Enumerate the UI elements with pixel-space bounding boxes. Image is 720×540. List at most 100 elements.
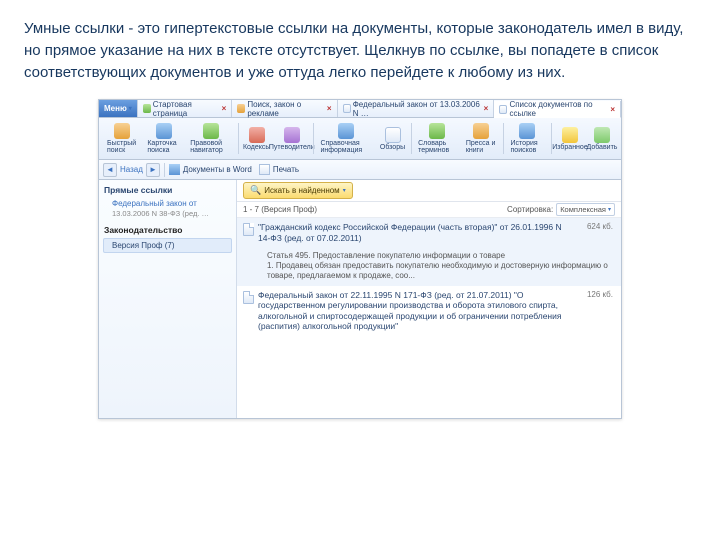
result-title: Федеральный закон от 22.11.1995 N 171-ФЗ… <box>258 290 567 333</box>
forward-button[interactable]: ► <box>146 163 160 177</box>
result-size: 126 кб. <box>571 290 615 333</box>
slide-description-text: Умные ссылки - это гипертекстовые ссылки… <box>0 0 720 91</box>
press-books-button[interactable]: Пресса и книги <box>462 121 500 156</box>
btn-label: Путеводители <box>269 144 315 151</box>
btn-label: Словарь терминов <box>418 140 456 154</box>
quick-search-button[interactable]: Быстрый поиск <box>103 121 141 156</box>
history-button[interactable]: История поисков <box>507 121 549 156</box>
plus-icon <box>594 127 610 143</box>
guides-button[interactable]: Путеводители <box>274 121 310 156</box>
btn-label: Избранное <box>552 144 587 151</box>
menu-label: Меню <box>104 104 127 113</box>
result-snippet-row: Статья 495. Предоставление покупателю ин… <box>237 249 621 286</box>
sidebar-item-prof-version[interactable]: Версия Проф (7) <box>103 238 232 253</box>
sidebar-source-doc-link[interactable]: Федеральный закон от <box>102 198 233 209</box>
chevron-down-icon: ▾ <box>129 105 132 112</box>
chevron-down-icon: ▾ <box>343 187 346 194</box>
btn-label: Обзоры <box>380 144 405 151</box>
result-item[interactable]: "Гражданский кодекс Российской Федерации… <box>237 218 621 248</box>
favorites-button[interactable]: Избранное <box>555 121 585 156</box>
btn-label: Кодексы <box>243 144 270 151</box>
guide-icon <box>284 127 300 143</box>
dictionary-button[interactable]: Словарь терминов <box>414 121 460 156</box>
tab-start-page[interactable]: Стартовая страница × <box>138 100 233 117</box>
close-icon[interactable]: × <box>610 105 615 114</box>
sort-value: Комплексная <box>560 205 606 214</box>
search-toolbar: 🔍 Искать в найденном ▾ <box>237 180 621 202</box>
consultant-app-window: Меню ▾ Стартовая страница × Поиск, закон… <box>98 99 622 419</box>
magnifier-icon <box>114 123 130 139</box>
sort-label: Сортировка: <box>507 205 553 214</box>
results-meta-row: 1 - 7 (Версия Проф) Сортировка: Комплекс… <box>237 202 621 218</box>
tab-federal-law[interactable]: Федеральный закон от 13.03.2006 N … × <box>338 100 495 117</box>
search-in-found-label: Искать в найденном <box>264 186 339 195</box>
body-area: Прямые ссылки Федеральный закон от 13.03… <box>99 180 621 418</box>
document-icon <box>343 104 351 113</box>
tab-bar: Меню ▾ Стартовая страница × Поиск, закон… <box>99 100 621 118</box>
legal-navigator-button[interactable]: Правовой навигатор <box>186 121 235 156</box>
news-icon <box>473 123 489 139</box>
tab-label: Список документов по ссылке <box>509 100 608 118</box>
history-icon <box>519 123 535 139</box>
separator <box>503 123 504 154</box>
result-size: 624 кб. <box>571 222 615 243</box>
document-icon <box>243 223 254 236</box>
search-icon <box>237 104 245 113</box>
tab-label: Поиск, закон о рекламе <box>247 100 325 118</box>
search-in-found-button[interactable]: 🔍 Искать в найденном ▾ <box>243 182 353 199</box>
sidebar: Прямые ссылки Федеральный закон от 13.03… <box>99 180 237 418</box>
print-label[interactable]: Печать <box>273 165 299 174</box>
back-button[interactable]: ◄ <box>103 163 117 177</box>
reference-info-button[interactable]: Справочная информация <box>316 121 375 156</box>
result-item[interactable]: Федеральный закон от 22.11.1995 N 171-ФЗ… <box>237 286 621 338</box>
btn-label: Справочная информация <box>320 140 371 154</box>
close-icon[interactable]: × <box>327 104 332 113</box>
btn-label: Быстрый поиск <box>107 140 137 154</box>
btn-label: Карточка поиска <box>147 140 180 154</box>
btn-label: Пресса и книги <box>466 140 496 154</box>
btn-label: Добавить <box>587 144 618 151</box>
sidebar-direct-links-header: Прямые ссылки <box>102 184 233 198</box>
search-card-button[interactable]: Карточка поиска <box>143 121 184 156</box>
result-title: "Гражданский кодекс Российской Федерации… <box>258 222 567 243</box>
sort-controls: Сортировка: Комплексная ▾ <box>507 203 615 216</box>
back-label: Назад <box>120 165 143 174</box>
codes-button[interactable]: Кодексы <box>242 121 272 156</box>
tab-label: Стартовая страница <box>153 100 220 118</box>
btn-label: История поисков <box>511 140 545 154</box>
tab-label: Федеральный закон от 13.03.2006 N … <box>353 100 482 118</box>
word-icon <box>169 164 180 175</box>
add-button[interactable]: Добавить <box>587 121 617 156</box>
document-icon <box>243 291 254 304</box>
dict-icon <box>429 123 445 139</box>
chevron-down-icon: ▾ <box>608 206 611 213</box>
home-icon <box>143 104 151 113</box>
tab-search[interactable]: Поиск, закон о рекламе × <box>232 100 337 117</box>
content-panel: 🔍 Искать в найденном ▾ 1 - 7 (Версия Про… <box>237 180 621 418</box>
reviews-button[interactable]: Обзоры <box>378 121 408 156</box>
doc-icon <box>385 127 401 143</box>
result-snippet: Статья 495. Предоставление покупателю ин… <box>267 251 615 281</box>
separator <box>238 123 239 154</box>
separator <box>411 123 412 154</box>
book-icon <box>249 127 265 143</box>
sort-combo[interactable]: Комплексная ▾ <box>556 203 615 216</box>
tab-doc-list[interactable]: Список документов по ссылке × <box>494 101 621 118</box>
menu-tab[interactable]: Меню ▾ <box>99 100 138 117</box>
compass-icon <box>203 123 219 139</box>
magnifier-icon: 🔍 <box>250 185 261 196</box>
btn-label: Правовой навигатор <box>190 140 231 154</box>
star-icon <box>562 127 578 143</box>
list-icon <box>499 105 507 114</box>
card-icon <box>156 123 172 139</box>
print-icon <box>259 164 270 175</box>
sidebar-source-doc-date: 13.03.2006 N 38-ФЗ (ред. … <box>102 209 233 222</box>
secondary-toolbar: ◄ Назад ► Документы в Word Печать <box>99 160 621 180</box>
docs-word-label[interactable]: Документы в Word <box>183 165 252 174</box>
close-icon[interactable]: × <box>222 104 227 113</box>
results-count: 1 - 7 (Версия Проф) <box>243 205 317 214</box>
sidebar-legislation-header: Законодательство <box>102 222 233 236</box>
info-icon <box>338 123 354 139</box>
separator <box>313 123 314 154</box>
close-icon[interactable]: × <box>484 104 489 113</box>
